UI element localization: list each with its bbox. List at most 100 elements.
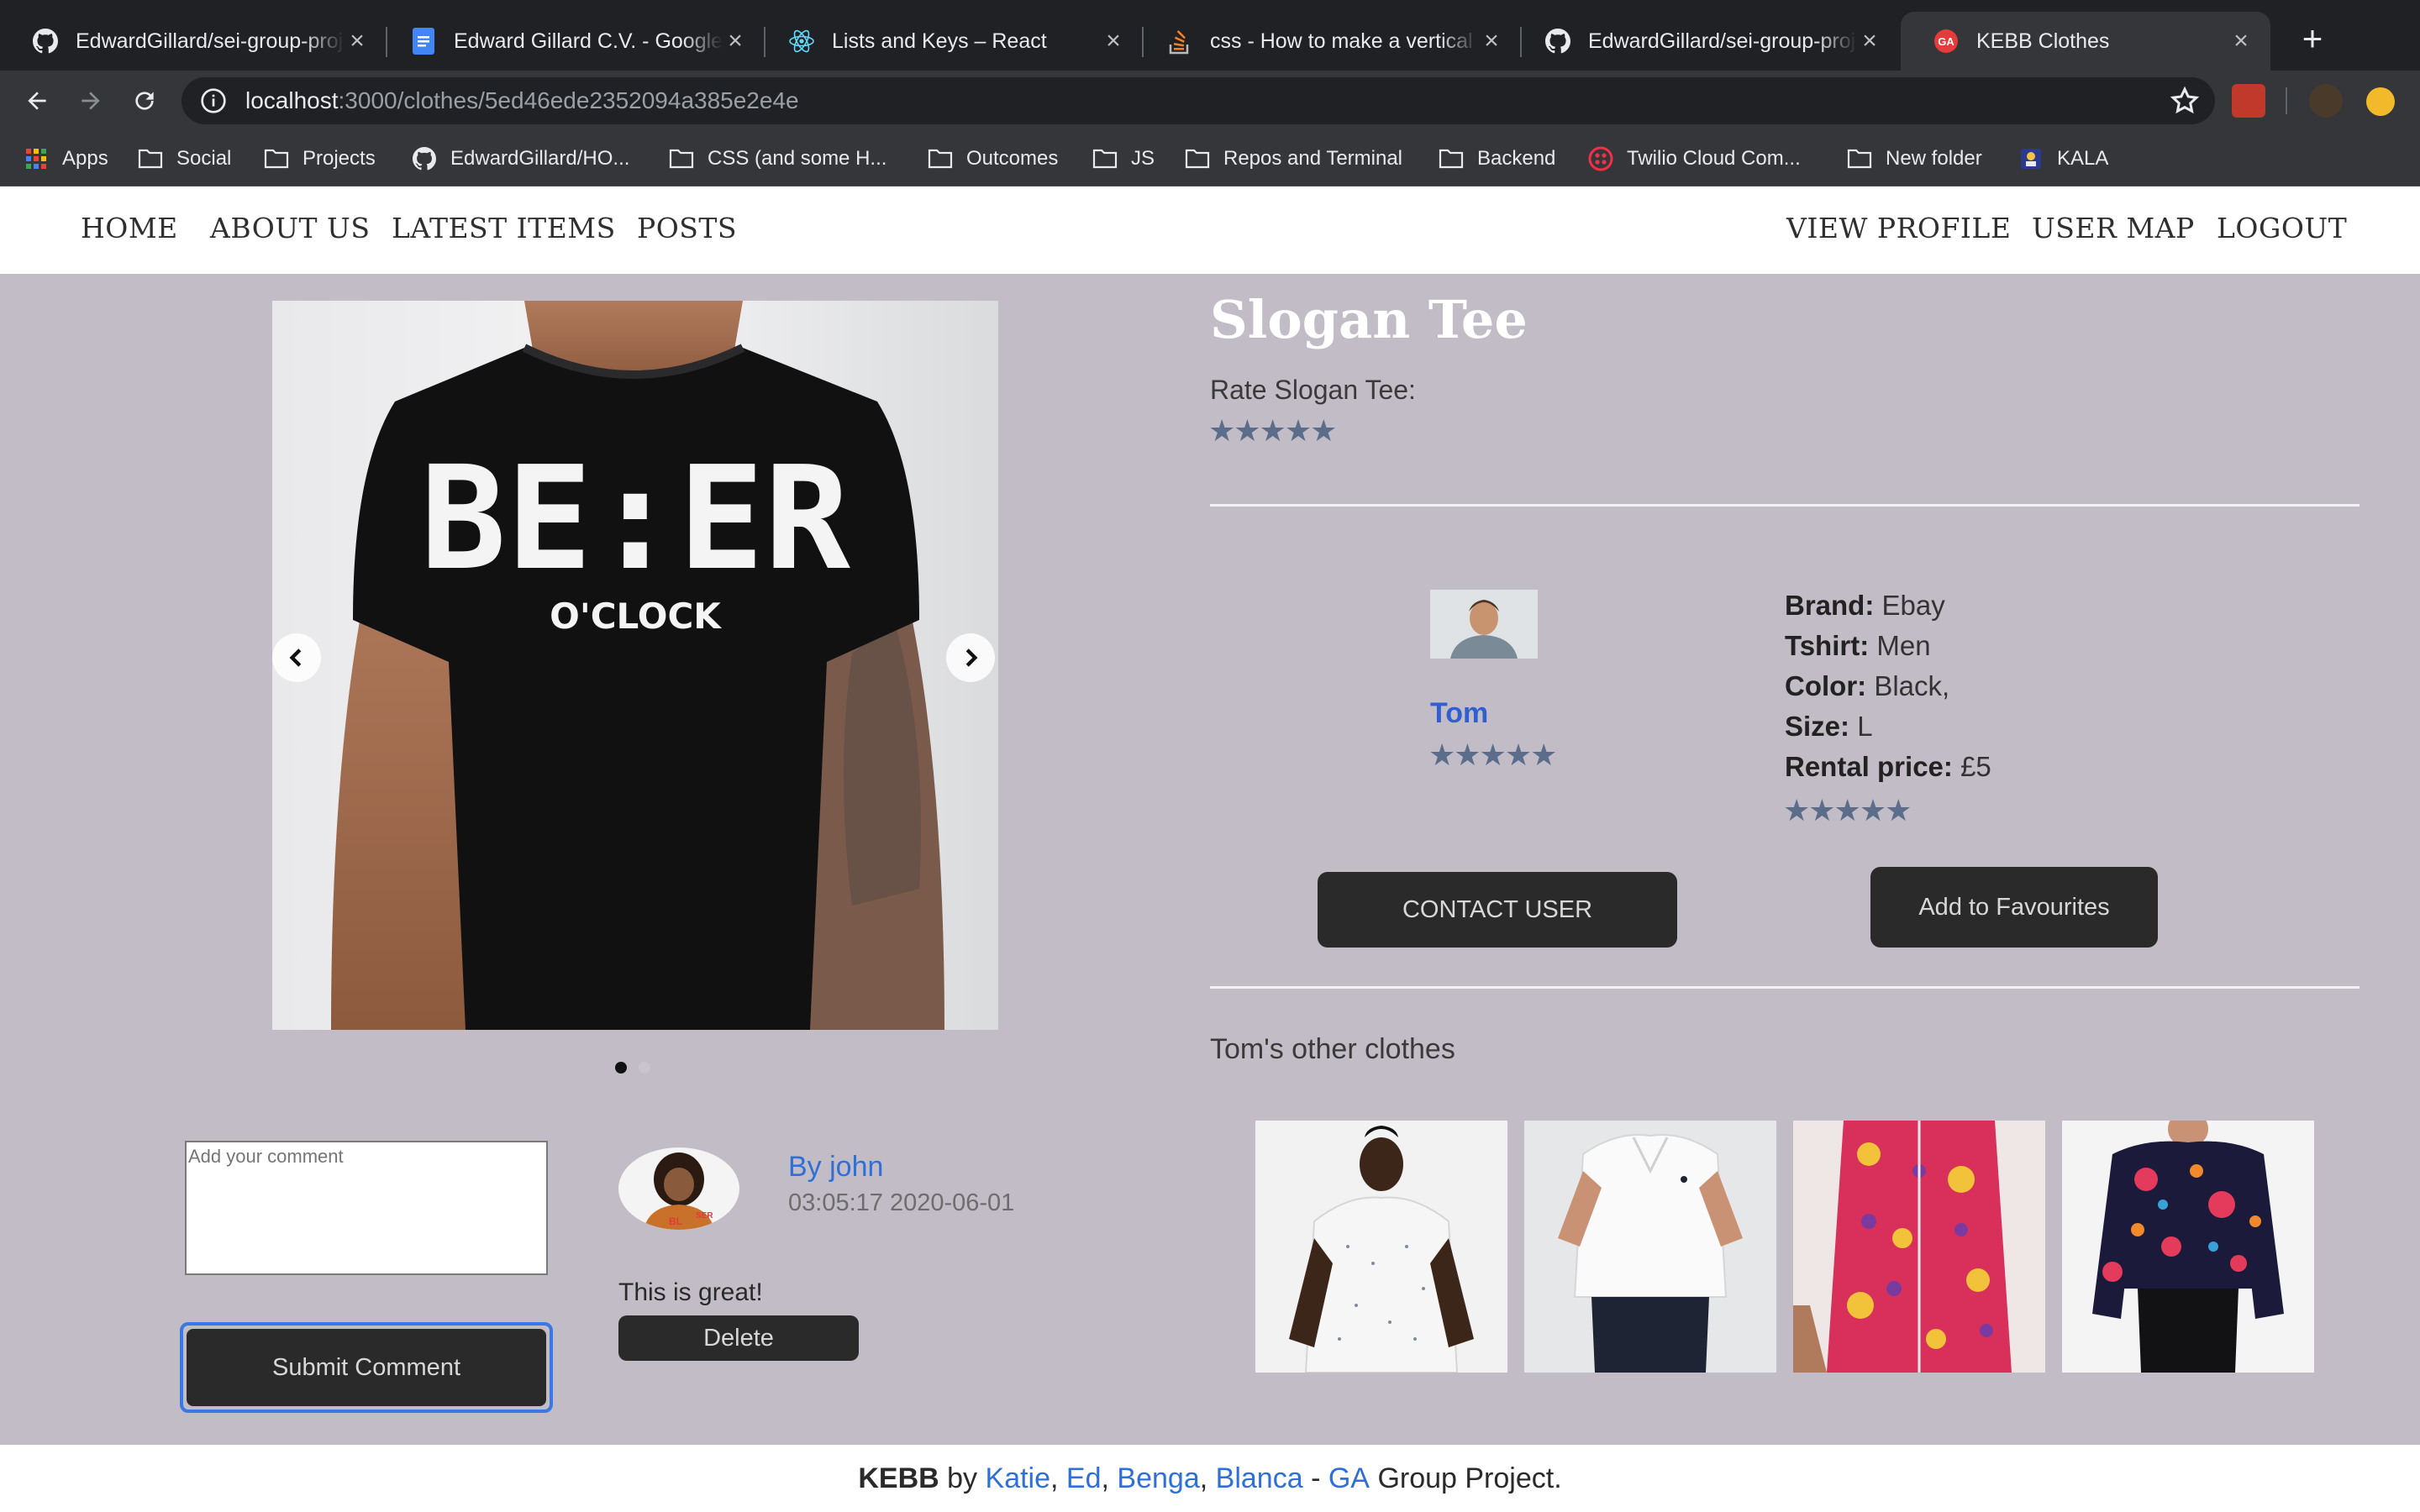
reload-button[interactable] — [124, 81, 165, 121]
delete-comment-button[interactable]: Delete — [618, 1315, 859, 1361]
comment-text: This is great! — [618, 1278, 763, 1306]
contact-user-button[interactable]: CONTACT USER — [1318, 872, 1677, 948]
item-spec-rating-stars[interactable]: ★★★★★ — [1783, 793, 1912, 828]
github-icon — [412, 146, 437, 171]
back-button[interactable] — [17, 81, 57, 121]
address-bar[interactable]: localhost:3000/clothes/5ed46ede2352094a3… — [182, 77, 2215, 124]
close-tab-icon[interactable]: × — [1857, 27, 1882, 55]
footer-org-link[interactable]: GA — [1328, 1462, 1370, 1495]
browser-tab[interactable]: EdwardGillard/sei-group-project × — [0, 12, 387, 71]
carousel-next-button[interactable] — [946, 633, 995, 682]
nav-home[interactable]: HOME — [81, 212, 178, 244]
twilio-icon — [1588, 146, 1613, 171]
close-tab-icon[interactable]: × — [723, 27, 748, 55]
tab-title: Lists and Keys – React — [832, 29, 1047, 53]
comment-input[interactable] — [185, 1141, 548, 1275]
other-clothes-thumbnail[interactable] — [1793, 1121, 2045, 1373]
browser-tab[interactable]: EdwardGillard/sei-group-project × — [1512, 12, 1899, 71]
svg-text:BL: BL — [669, 1215, 682, 1227]
image-carousel[interactable]: BE:ER O'CLOCK — [272, 301, 998, 1030]
info-icon[interactable] — [200, 87, 227, 114]
spec-label: Rental price: — [1785, 751, 1953, 782]
tab-title: EdwardGillard/sei-group-project — [76, 29, 345, 53]
bookmark-label: Social — [176, 147, 232, 170]
owner-name-link[interactable]: Tom — [1430, 697, 1488, 730]
browser-tab[interactable]: Edward Gillard C.V. - Google Docs × — [378, 12, 765, 71]
other-clothes-thumbnail[interactable] — [1524, 1121, 1776, 1373]
update-icon[interactable] — [2366, 87, 2395, 116]
other-clothes-title: Tom's other clothes — [1210, 1033, 1455, 1065]
spec-value: Black, — [1874, 670, 1950, 701]
spec-brand: Brand: Ebay — [1785, 590, 1945, 622]
browser-tab[interactable]: css - How to make a vertical line × — [1134, 12, 1522, 71]
footer-author-link[interactable]: Benga — [1117, 1462, 1199, 1495]
close-tab-icon[interactable]: × — [1479, 27, 1504, 55]
bookmark-folder[interactable]: CSS (and some H... — [669, 143, 886, 175]
footer-by: by — [947, 1462, 978, 1494]
bookmark-link[interactable]: KALA — [2018, 143, 2108, 175]
close-tab-icon[interactable]: × — [1101, 27, 1126, 55]
footer-author-link[interactable]: Ed — [1066, 1462, 1102, 1495]
bookmark-apps[interactable]: Apps — [24, 143, 108, 175]
browser-tab[interactable]: Lists and Keys – React × — [756, 12, 1144, 71]
comment-author-link[interactable]: By john — [788, 1151, 883, 1184]
other-clothes-thumbnail[interactable] — [2062, 1121, 2314, 1373]
nav-logout[interactable]: LOGOUT — [2217, 212, 2347, 244]
bookmark-folder[interactable]: JS — [1092, 143, 1155, 175]
bookmark-label: Repos and Terminal — [1223, 147, 1403, 170]
bookmark-folder[interactable]: Outcomes — [928, 143, 1058, 175]
carousel-prev-button[interactable] — [272, 633, 321, 682]
close-tab-icon[interactable]: × — [345, 27, 370, 55]
forward-button[interactable] — [71, 81, 111, 121]
owner-rating-stars[interactable]: ★★★★★ — [1428, 738, 1557, 773]
bookmark-label: New folder — [1886, 147, 1982, 170]
submit-comment-button[interactable]: Submit Comment — [180, 1322, 553, 1413]
nav-user-map[interactable]: USER MAP — [2032, 212, 2195, 244]
browser-tab-active[interactable]: GA KEBB Clothes × — [1901, 12, 2270, 71]
nav-about-us[interactable]: ABOUT US — [210, 212, 370, 244]
tshirt-photo: BE:ER O'CLOCK — [272, 301, 998, 1030]
bookmark-folder[interactable]: Projects — [264, 143, 376, 175]
folder-icon — [928, 146, 953, 171]
other-clothes-thumbnail[interactable] — [1255, 1121, 1507, 1373]
nav-latest-items[interactable]: LATEST ITEMS — [392, 212, 616, 244]
spec-value: Ebay — [1881, 590, 1945, 621]
footer-author-link[interactable]: Blanca — [1216, 1462, 1303, 1495]
github-icon — [32, 28, 59, 55]
add-to-favourites-button[interactable]: Add to Favourites — [1870, 867, 2158, 948]
bookmark-folder[interactable]: Social — [138, 143, 231, 175]
footer-brand: KEBB — [858, 1462, 939, 1494]
tab-title: Edward Gillard C.V. - Google Docs — [454, 29, 723, 53]
spec-value: £5 — [1960, 751, 1991, 782]
profile-avatar[interactable] — [2309, 84, 2343, 118]
bookmark-label: Projects — [302, 147, 376, 170]
bookmark-label: JS — [1131, 147, 1155, 170]
carousel-dot-active[interactable] — [615, 1062, 627, 1074]
owner-avatar[interactable] — [1430, 590, 1538, 659]
bookmark-folder[interactable]: New folder — [1847, 143, 1982, 175]
bookmark-link[interactable]: EdwardGillard/HO... — [412, 143, 629, 175]
new-tab-button[interactable]: + — [2294, 21, 2331, 59]
extension-icon[interactable] — [2232, 84, 2265, 118]
footer-author-link[interactable]: Katie — [986, 1462, 1051, 1495]
spec-rental-price: Rental price: £5 — [1785, 751, 1991, 783]
carousel-dot[interactable] — [639, 1062, 650, 1074]
bookmark-star-icon[interactable] — [2170, 86, 2200, 116]
nav-view-profile[interactable]: VIEW PROFILE — [1786, 212, 2011, 244]
bookmark-folder[interactable]: Backend — [1439, 143, 1555, 175]
site-navbar: HOME ABOUT US LATEST ITEMS POSTS VIEW PR… — [0, 186, 2420, 274]
bookmark-label: Backend — [1477, 147, 1556, 170]
footer-suffix: Group Project. — [1377, 1462, 1562, 1494]
comment-timestamp: 03:05:17 2020-06-01 — [788, 1189, 1015, 1216]
shirt-print-main: BE:ER — [420, 436, 850, 602]
item-rating-stars[interactable]: ★★★★★ — [1208, 413, 1337, 449]
svg-text:SER: SER — [696, 1211, 713, 1221]
spec-label: Tshirt: — [1785, 630, 1870, 661]
bookmark-link[interactable]: Twilio Cloud Com... — [1588, 143, 1801, 175]
nav-posts[interactable]: POSTS — [637, 212, 737, 244]
bookmark-folder[interactable]: Repos and Terminal — [1185, 143, 1402, 175]
svg-text:GA: GA — [1938, 35, 1954, 48]
close-tab-icon[interactable]: × — [2228, 27, 2254, 55]
url-path: :3000/clothes/5ed46ede2352094a385e2e4e — [338, 87, 799, 113]
folder-icon — [1847, 146, 1872, 171]
